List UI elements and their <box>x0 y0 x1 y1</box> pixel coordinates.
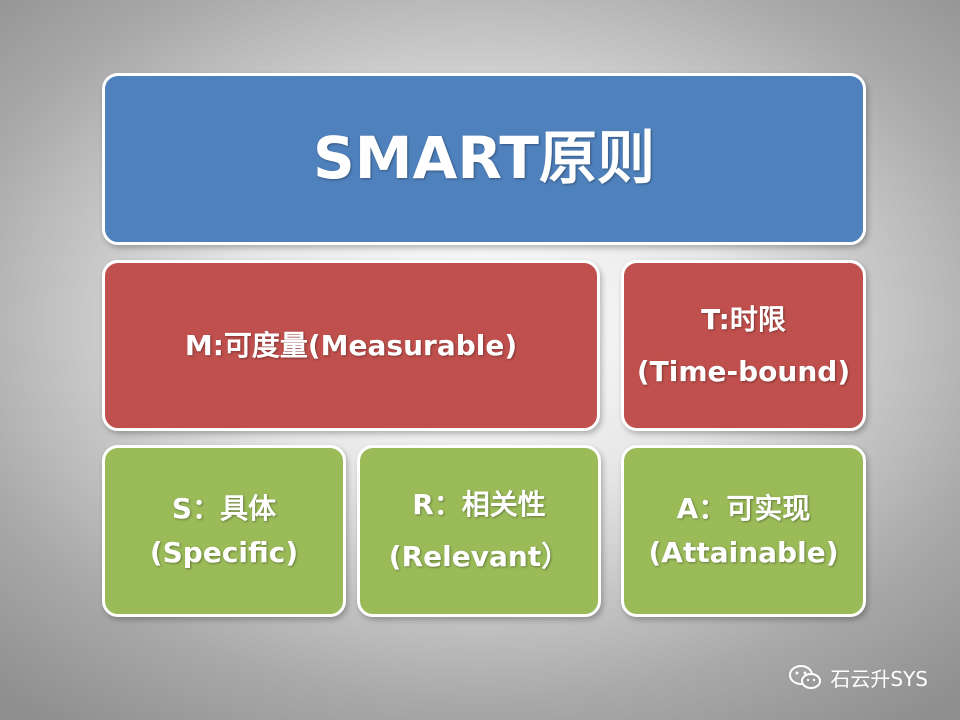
time-bound-english: (Time-bound) <box>636 354 851 388</box>
attainable-label: A：可实现 <box>676 492 811 526</box>
relevant-label: R：相关性 <box>412 488 546 522</box>
specific-box: S：具体 (Specific) <box>102 445 346 617</box>
title-box: SMART原则 <box>102 73 866 245</box>
measurable-label: M:可度量(Measurable) <box>184 328 518 362</box>
attainable-box: A：可实现 (Attainable) <box>621 445 866 617</box>
wechat-icon <box>789 665 822 689</box>
relevant-box: R：相关性 (Relevant） <box>357 445 601 617</box>
title-text: SMART原则 <box>313 124 655 193</box>
specific-label: S：具体 <box>171 492 277 526</box>
time-bound-label: T:时限 <box>701 302 786 336</box>
watermark-text: 石云升SYS <box>830 666 928 691</box>
relevant-english: (Relevant） <box>388 540 570 573</box>
watermark: 石云升SYS <box>788 662 928 692</box>
attainable-english: (Attainable) <box>648 536 839 569</box>
time-bound-box: T:时限 (Time-bound) <box>621 260 866 431</box>
measurable-box: M:可度量(Measurable) <box>102 260 600 431</box>
specific-english: (Specific) <box>149 536 299 569</box>
